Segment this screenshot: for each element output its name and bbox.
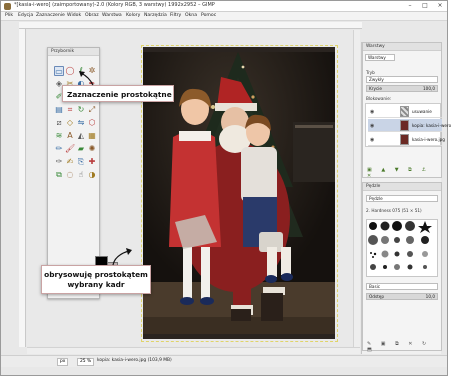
eye-icon[interactable]: ◉ bbox=[370, 123, 374, 129]
brushes-panel-title: Pędzle bbox=[363, 183, 441, 191]
arrow-to-tool bbox=[80, 72, 94, 86]
brush-tag-select[interactable]: Basic bbox=[366, 283, 438, 290]
mode-select[interactable]: Zwykły bbox=[366, 76, 438, 83]
unit-select[interactable]: px bbox=[57, 358, 69, 366]
opacity-label: Krycie bbox=[369, 86, 382, 91]
layers-panel-title: Warstwy bbox=[363, 43, 441, 51]
arrow-to-selection bbox=[112, 250, 130, 266]
layers-list: ◉ usuwanie ◉ kopia: kasia-i-wero ◉ kasia… bbox=[365, 103, 451, 147]
right-dock: Warstwy Warstwy Tryb Zwykły Krycie 100,0… bbox=[361, 42, 451, 354]
layer-thumbnail bbox=[400, 106, 409, 117]
horizontal-scrollbar[interactable] bbox=[27, 347, 360, 354]
opacity-value: 100,0 bbox=[423, 86, 435, 91]
brush-filter-input[interactable]: Pędzle bbox=[366, 195, 438, 202]
brush-name: 2. Hardness 075 (51 × 51) bbox=[366, 208, 422, 213]
brush-previews bbox=[368, 221, 432, 270]
layer-row[interactable]: ◉ usuwanie bbox=[368, 105, 442, 118]
arrow-to-tool-head bbox=[79, 71, 85, 77]
zoom-select[interactable]: 25 % bbox=[77, 358, 95, 366]
spacing-label: Odstęp bbox=[369, 294, 385, 299]
layers-tab[interactable]: Warstwy bbox=[365, 54, 395, 61]
brushes-panel: Pędzle Pędzle 2. Hardness 075 (51 × 51) bbox=[362, 182, 442, 353]
eye-icon[interactable]: ◉ bbox=[370, 137, 374, 143]
layer-thumbnail bbox=[400, 120, 409, 131]
mode-label: Tryb bbox=[366, 70, 375, 75]
eye-icon[interactable]: ◉ bbox=[370, 109, 374, 115]
vertical-scrollbar[interactable] bbox=[353, 30, 360, 347]
lock-label: Blokowanie: bbox=[366, 96, 392, 101]
spacing-slider[interactable]: Odstęp 10,0 bbox=[366, 293, 438, 300]
brush-grid[interactable] bbox=[366, 219, 438, 277]
brushes-actions[interactable]: ✎ ▣ ⧉ ✕ ↻ ⬒ bbox=[367, 341, 441, 353]
layers-panel: Warstwy Warstwy Tryb Zwykły Krycie 100,0… bbox=[362, 42, 451, 179]
gimp-window: *[kasia-i-wero] (zaimportowany)-2.0 (Kol… bbox=[0, 0, 451, 376]
layers-actions[interactable]: ▣ ▲ ▼ ⧉ ⚓ ✕ bbox=[367, 167, 441, 179]
opacity-slider[interactable]: Krycie 100,0 bbox=[366, 85, 438, 92]
spacing-value: 10,0 bbox=[425, 294, 435, 299]
layer-thumbnail bbox=[400, 134, 409, 145]
layer-name: kopia: kasia-i-wero bbox=[412, 123, 452, 128]
layer-name: kasia-i-wero.jpg bbox=[412, 137, 445, 142]
status-bar: px 25 % kopia: kasia-i-wero.jpg (103,9 M… bbox=[1, 355, 447, 367]
layer-row[interactable]: ◉ kopia: kasia-i-wero bbox=[368, 119, 451, 132]
layer-name: usuwanie bbox=[412, 109, 432, 114]
status-info: kopia: kasia-i-wero.jpg (103,9 MB) bbox=[97, 358, 172, 363]
layer-row[interactable]: ◉ kasia-i-wero.jpg bbox=[368, 133, 445, 146]
screenshot: *[kasia-i-wero] (zaimportowany)-2.0 (Kol… bbox=[0, 0, 474, 376]
